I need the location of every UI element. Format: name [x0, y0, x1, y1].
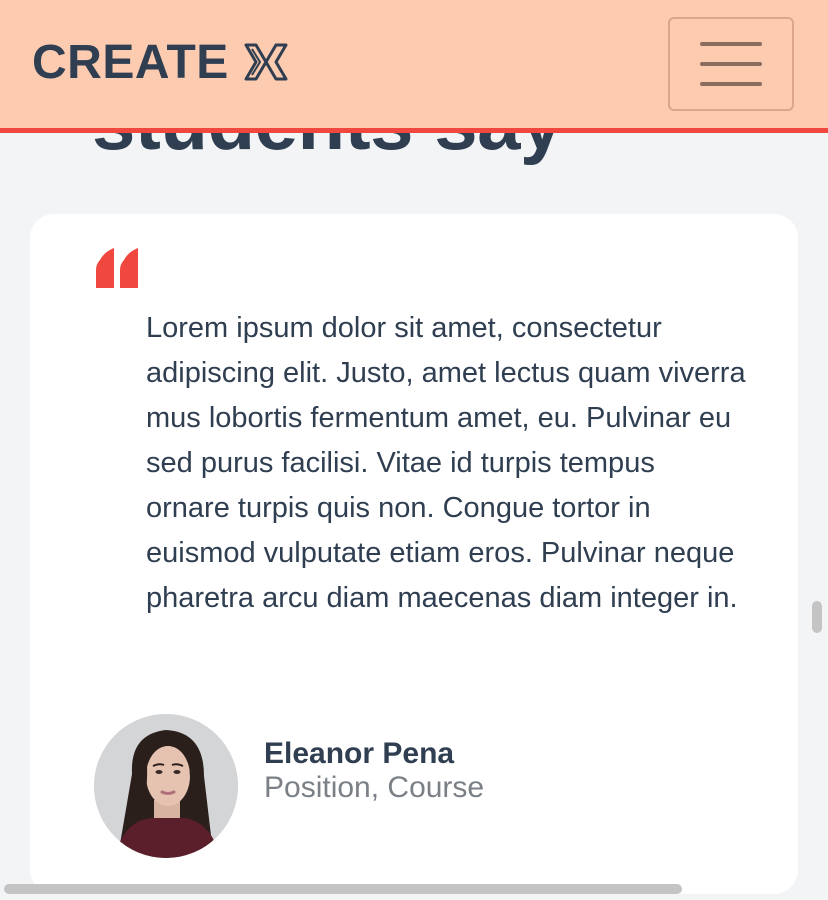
author-info: Eleanor Pena Position, Course [264, 737, 484, 805]
author-position: Position, Course [264, 771, 485, 804]
author-name: Eleanor Pena [264, 737, 455, 770]
header: CREATE [0, 0, 828, 133]
testimonial-author: Eleanor Pena Position, Course [94, 714, 484, 858]
horizontal-scrollbar-thumb[interactable] [4, 884, 682, 894]
logo[interactable]: CREATE [32, 34, 289, 90]
page: students say CREATE Lorem ipsum dolor si… [0, 0, 828, 900]
avatar-photo [94, 714, 238, 858]
avatar [94, 714, 238, 858]
hamburger-menu-icon [700, 42, 762, 86]
vertical-scrollbar-thumb[interactable] [812, 601, 822, 633]
menu-button[interactable] [668, 17, 794, 111]
logo-text: CREATE [32, 35, 229, 89]
create-x-mark-icon [244, 43, 288, 81]
quote-mark-icon [96, 248, 138, 288]
testimonial-card: Lorem ipsum dolor sit amet, consectetur … [30, 214, 798, 894]
testimonial-text: Lorem ipsum dolor sit amet, consectetur … [146, 312, 746, 614]
